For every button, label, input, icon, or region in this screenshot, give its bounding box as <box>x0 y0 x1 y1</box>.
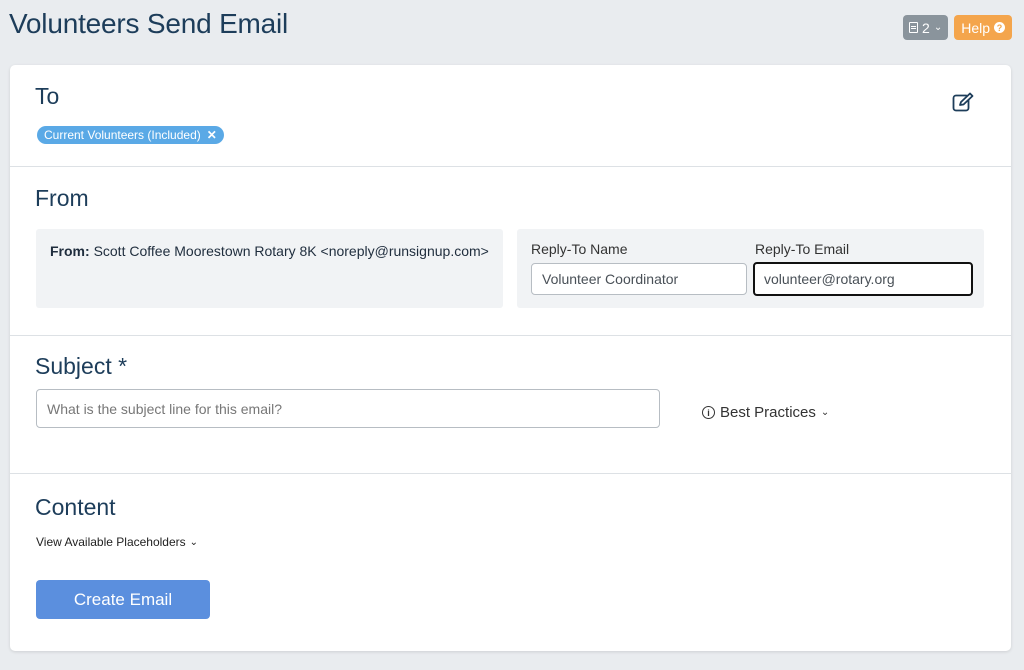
info-icon: i <box>702 406 715 419</box>
top-actions: 2 ⌄ Help ? <box>903 15 1012 40</box>
subject-input[interactable]: What is the subject line for this email? <box>36 389 660 428</box>
to-heading: To <box>35 83 60 109</box>
chevron-down-icon: ⌄ <box>933 22 943 33</box>
view-placeholders-label: View Available Placeholders <box>36 535 186 549</box>
subject-section: Subject * What is the subject line for t… <box>10 336 1011 474</box>
best-practices-label: Best Practices <box>720 404 816 421</box>
document-list-icon <box>909 22 919 33</box>
from-section: From From: Scott Coffee Moorestown Rotar… <box>10 167 1011 336</box>
view-placeholders-link[interactable]: View Available Placeholders ⌄ <box>36 535 198 549</box>
reply-to-email-label: Reply-To Email <box>755 241 850 257</box>
from-value: Scott Coffee Moorestown Rotary 8K <norep… <box>93 243 489 259</box>
best-practices-toggle[interactable]: i Best Practices ⌄ <box>702 404 829 421</box>
list-count-dropdown[interactable]: 2 ⌄ <box>903 15 949 40</box>
help-label: Help <box>961 19 990 36</box>
reply-to-box: Reply-To Name Volunteer Coordinator Repl… <box>517 229 984 308</box>
email-form-card: To Current Volunteers (Included) ✕ From … <box>10 65 1011 651</box>
reply-to-email-input[interactable]: volunteer@rotary.org <box>753 262 973 296</box>
content-section: Content View Available Placeholders ⌄ Cr… <box>10 474 1011 651</box>
question-icon: ? <box>994 22 1005 33</box>
content-heading: Content <box>35 494 116 520</box>
from-heading: From <box>35 185 89 211</box>
to-section: To Current Volunteers (Included) ✕ <box>10 65 1011 167</box>
page-title: Volunteers Send Email <box>9 8 289 39</box>
reply-to-name-label: Reply-To Name <box>531 241 628 257</box>
recipient-tag: Current Volunteers (Included) ✕ <box>37 126 224 144</box>
create-email-button[interactable]: Create Email <box>36 580 210 619</box>
help-button[interactable]: Help ? <box>954 15 1012 40</box>
chevron-down-icon: ⌄ <box>189 536 199 548</box>
list-count: 2 <box>922 19 930 36</box>
from-label: From: <box>50 243 90 259</box>
chevron-down-icon: ⌄ <box>820 407 830 418</box>
from-info-box: From: Scott Coffee Moorestown Rotary 8K … <box>36 229 503 308</box>
recipient-tag-label: Current Volunteers (Included) <box>44 128 201 142</box>
from-line: From: Scott Coffee Moorestown Rotary 8K … <box>50 243 489 259</box>
edit-icon[interactable] <box>952 92 974 112</box>
close-icon[interactable]: ✕ <box>207 128 217 142</box>
reply-to-name-input[interactable]: Volunteer Coordinator <box>531 263 747 295</box>
subject-heading: Subject * <box>35 353 128 379</box>
